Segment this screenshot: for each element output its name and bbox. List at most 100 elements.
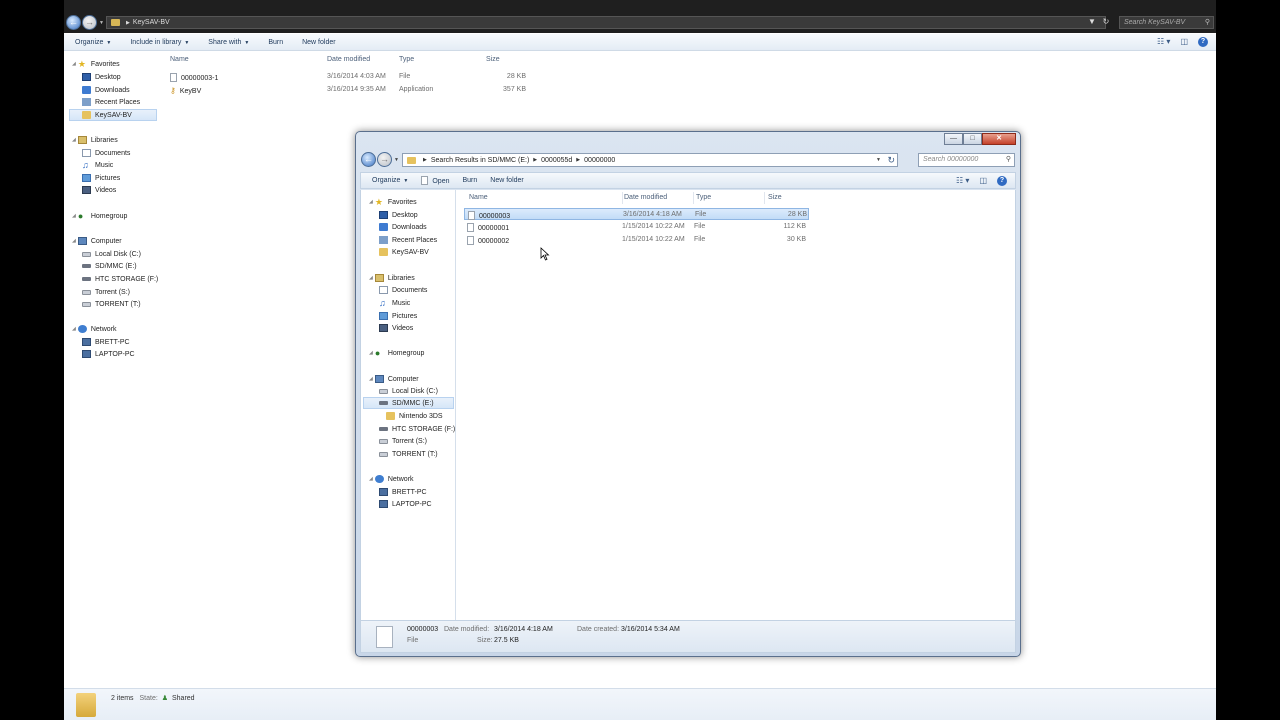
file-row[interactable]: ⚷ KeyBV 3/16/2014 9:35 AM Application 357… xyxy=(170,84,530,96)
column-type[interactable]: Type xyxy=(696,194,711,201)
nav-libraries[interactable]: ◢ Libraries xyxy=(72,134,118,146)
preview-pane-icon[interactable]: ◫ xyxy=(979,176,987,186)
nav-videos[interactable]: Videos xyxy=(82,184,116,196)
column-date-modified[interactable]: Date modified xyxy=(327,56,370,63)
nav-keysav[interactable]: KeySAV-BV xyxy=(379,246,429,258)
background-search-input[interactable]: Search KeySAV-BV ⚲ xyxy=(1119,16,1214,29)
file-row[interactable]: 00000003 3/16/2014 4:18 AM File 28 KB xyxy=(464,208,809,220)
preview-pane-icon[interactable]: ◫ xyxy=(1180,37,1188,47)
breadcrumb-00000000[interactable]: 00000000 xyxy=(584,157,615,164)
nav-desktop[interactable]: Desktop xyxy=(379,209,418,221)
nav-sd-mmc[interactable]: SD/MMC (E:) xyxy=(363,397,454,409)
nav-downloads[interactable]: Downloads xyxy=(379,221,427,233)
include-in-library-button[interactable]: Include in library ▼ xyxy=(130,39,189,46)
nav-downloads[interactable]: Downloads xyxy=(82,84,130,96)
recent-pages-dropdown-icon[interactable]: ▼ xyxy=(99,20,104,26)
background-address-bar[interactable]: ▶ KeySAV-BV xyxy=(106,16,1106,29)
back-button[interactable]: ← xyxy=(361,152,376,167)
nav-favorites[interactable]: ◢ ★ Favorites xyxy=(369,196,417,208)
new-folder-button[interactable]: New folder xyxy=(302,39,335,46)
address-dropdown-icon[interactable]: ▼ xyxy=(1086,16,1098,27)
search-icon[interactable]: ⚲ xyxy=(1205,17,1210,28)
column-date-modified[interactable]: Date modified xyxy=(624,194,667,201)
nav-local-disk[interactable]: Local Disk (C:) xyxy=(82,248,141,260)
forward-button[interactable]: → xyxy=(377,152,392,167)
burn-button[interactable]: Burn xyxy=(462,177,477,184)
breadcrumb-keysav[interactable]: KeySAV-BV xyxy=(133,19,170,26)
nav-laptop-pc[interactable]: LAPTOP-PC xyxy=(82,348,135,360)
nav-local-disk[interactable]: Local Disk (C:) xyxy=(379,385,438,397)
open-button[interactable]: Open xyxy=(421,176,449,185)
file-row[interactable]: 00000002 1/15/2014 10:22 AM File 30 KB xyxy=(464,234,809,246)
nav-brett-pc[interactable]: BRETT-PC xyxy=(379,486,427,498)
nav-computer[interactable]: ◢ Computer xyxy=(72,235,122,247)
change-view-icon[interactable]: ☷ ▾ xyxy=(956,176,969,186)
breadcrumb-separator-icon[interactable]: ▶ xyxy=(533,157,537,163)
nav-nintendo-3ds[interactable]: Nintendo 3DS xyxy=(386,410,443,422)
nav-torrent-s[interactable]: Torrent (S:) xyxy=(379,435,427,447)
nav-sd-mmc[interactable]: SD/MMC (E:) xyxy=(82,260,137,272)
nav-network[interactable]: ◢ Network xyxy=(369,473,414,485)
minimize-button[interactable]: — xyxy=(944,133,963,145)
nav-videos[interactable]: Videos xyxy=(379,322,413,334)
forward-button[interactable]: → xyxy=(82,15,97,30)
nav-documents[interactable]: Documents xyxy=(82,147,130,159)
close-button[interactable]: ✕ xyxy=(982,133,1016,145)
nav-desktop[interactable]: Desktop xyxy=(82,71,121,83)
foreground-search-input[interactable]: Search 00000000 ⚲ xyxy=(918,153,1015,167)
nav-brett-pc[interactable]: BRETT-PC xyxy=(82,336,130,348)
nav-music[interactable]: ♫ Music xyxy=(82,159,113,171)
column-size[interactable]: Size xyxy=(486,56,500,63)
column-divider[interactable] xyxy=(764,192,765,204)
column-type[interactable]: Type xyxy=(399,56,414,63)
share-with-button[interactable]: Share with ▼ xyxy=(208,39,249,46)
nav-htc-storage[interactable]: HTC STORAGE (F:) xyxy=(379,423,455,435)
nav-favorites[interactable]: ◢ ★ Favorites xyxy=(72,58,120,70)
nav-laptop-pc[interactable]: LAPTOP-PC xyxy=(379,498,432,510)
nav-torrent-t[interactable]: TORRENT (T:) xyxy=(379,448,438,460)
nav-documents[interactable]: Documents xyxy=(379,284,427,296)
burn-button[interactable]: Burn xyxy=(268,39,283,46)
breadcrumb-separator-icon[interactable]: ▶ xyxy=(576,157,580,163)
nav-torrent-s[interactable]: Torrent (S:) xyxy=(82,286,130,298)
breadcrumb-separator-icon[interactable]: ▶ xyxy=(126,20,130,26)
breadcrumb-search-results[interactable]: Search Results in SD/MMC (E:) xyxy=(431,157,529,164)
organize-button[interactable]: Organize ▼ xyxy=(75,39,111,46)
nav-homegroup[interactable]: ◢ ● Homegroup xyxy=(369,347,424,359)
new-folder-button[interactable]: New folder xyxy=(490,177,523,184)
nav-libraries[interactable]: ◢ Libraries xyxy=(369,272,415,284)
recent-pages-dropdown-icon[interactable]: ▼ xyxy=(394,157,399,163)
column-name[interactable]: Name xyxy=(469,194,488,201)
organize-button[interactable]: Organize ▼ xyxy=(372,177,408,184)
nav-pictures[interactable]: Pictures xyxy=(82,172,120,184)
nav-music[interactable]: ♫ Music xyxy=(379,297,410,309)
address-dropdown-icon[interactable]: ▼ xyxy=(876,154,881,166)
refresh-icon[interactable]: ↻ xyxy=(887,154,895,166)
nav-homegroup[interactable]: ◢ ● Homegroup xyxy=(72,210,127,222)
drive-icon xyxy=(82,251,91,257)
nav-torrent-t[interactable]: TORRENT (T:) xyxy=(82,298,141,310)
nav-keysav[interactable]: KeySAV-BV xyxy=(69,109,157,121)
help-icon[interactable]: ? xyxy=(997,176,1007,186)
nav-network[interactable]: ◢ Network xyxy=(72,323,117,335)
nav-computer[interactable]: ◢ Computer xyxy=(369,373,419,385)
column-name[interactable]: Name xyxy=(170,56,189,63)
nav-recent-places[interactable]: Recent Places xyxy=(379,234,437,246)
nav-recent-places[interactable]: Recent Places xyxy=(82,96,140,108)
file-row[interactable]: 00000003-1 3/16/2014 4:03 AM File 28 KB xyxy=(170,71,530,83)
back-button[interactable]: ← xyxy=(66,15,81,30)
refresh-icon[interactable]: ↻ xyxy=(1100,16,1112,27)
nav-htc-storage[interactable]: HTC STORAGE (F:) xyxy=(82,273,158,285)
nav-pictures[interactable]: Pictures xyxy=(379,310,417,322)
column-divider[interactable] xyxy=(693,192,694,204)
foreground-address-bar[interactable]: ▶ Search Results in SD/MMC (E:) ▶ 000005… xyxy=(402,153,898,167)
column-divider[interactable] xyxy=(622,192,623,204)
help-icon[interactable]: ? xyxy=(1198,37,1208,47)
search-icon[interactable]: ⚲ xyxy=(1006,154,1011,166)
breadcrumb-0000055d[interactable]: 0000055d xyxy=(541,157,572,164)
column-size[interactable]: Size xyxy=(768,194,782,201)
breadcrumb-separator-icon[interactable]: ▶ xyxy=(423,157,427,163)
file-row[interactable]: 00000001 1/15/2014 10:22 AM File 112 KB xyxy=(464,221,809,233)
maximize-button[interactable]: □ xyxy=(963,133,982,145)
change-view-icon[interactable]: ☷ ▾ xyxy=(1157,37,1170,47)
